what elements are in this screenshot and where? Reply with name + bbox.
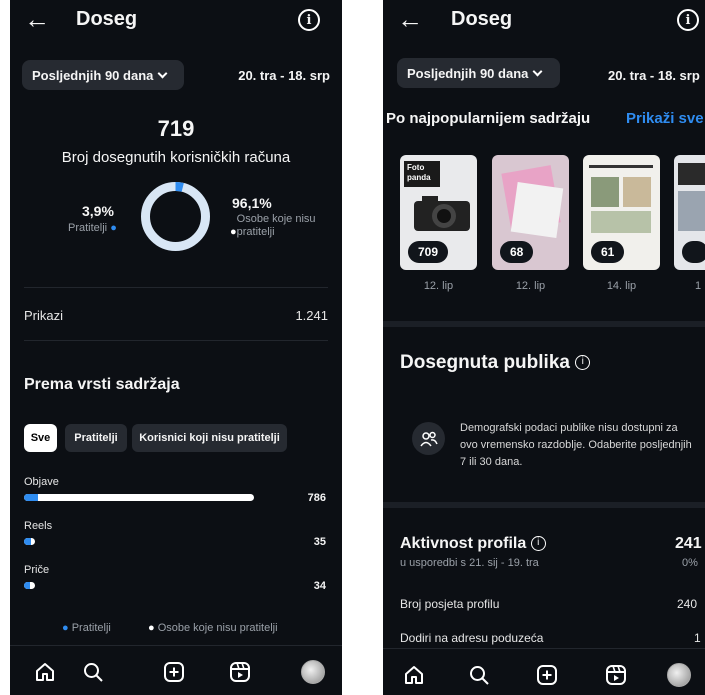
page-title: Doseg [451, 8, 513, 30]
period-label: Posljednjih 90 dana [407, 65, 529, 81]
address-taps-label: Dodiri na adresu poduzeća [400, 631, 544, 645]
reach-donut-chart [141, 182, 210, 251]
address-taps-value: 1 [694, 631, 701, 645]
content-thumbnail-1[interactable]: Foto panda 709 [400, 155, 477, 270]
content-thumbnail-2[interactable]: 68 [492, 155, 569, 270]
filter-nonfollowers-button[interactable]: Korisnici koji nisu pratitelji [132, 424, 287, 452]
posts-followers-fill [24, 494, 38, 501]
chevron-down-icon [532, 66, 543, 76]
nav-divider [10, 645, 342, 646]
filter-all-button[interactable]: Sve [24, 424, 57, 452]
home-icon[interactable] [403, 664, 425, 686]
camera-icon [414, 196, 470, 231]
thumbnail-photo [591, 211, 651, 233]
thumbnail-photo [623, 177, 651, 207]
info-icon[interactable]: i [298, 9, 320, 31]
nav-divider [383, 648, 705, 649]
nonfollowers-pct: 96,1% [232, 195, 272, 211]
thumbnail-card [510, 182, 564, 238]
chevron-down-icon [157, 68, 168, 78]
info-icon[interactable]: i [677, 9, 699, 31]
create-icon[interactable] [536, 664, 558, 686]
impressions-label: Prikazi [24, 308, 64, 323]
thumbnail-logo: Foto panda [404, 161, 440, 187]
section-divider [383, 321, 705, 327]
content-thumbnail-3[interactable]: 61 [583, 155, 660, 270]
people-icon [412, 422, 445, 455]
info-icon[interactable]: i [575, 355, 591, 371]
activity-title: Aktivnost profila i [400, 535, 546, 553]
profile-avatar[interactable] [301, 660, 325, 684]
divider [24, 340, 328, 341]
thumbnail-date: 1 [695, 280, 702, 292]
period-dropdown[interactable]: Posljednjih 90 dana [22, 60, 184, 90]
section-divider [383, 502, 705, 508]
stories-followers-fill [24, 582, 30, 589]
reach-count-badge [682, 241, 705, 263]
profile-visits-value: 240 [677, 597, 698, 611]
back-arrow-icon[interactable]: ← [397, 6, 423, 32]
reels-followers-fill [24, 538, 31, 545]
donut-nonfollowers-arc [141, 182, 210, 251]
date-range: 20. tra - 18. srp [608, 68, 700, 83]
posts-value: 786 [307, 492, 326, 504]
profile-avatar[interactable] [667, 663, 691, 687]
divider [24, 287, 328, 288]
reels-value: 35 [313, 536, 326, 548]
posts-bar [24, 494, 254, 501]
period-dropdown[interactable]: Posljednjih 90 dana [397, 58, 560, 88]
back-arrow-icon[interactable]: ← [24, 6, 50, 32]
impressions-value: 1.241 [295, 308, 328, 323]
show-all-link[interactable]: Prikaži sve [626, 110, 704, 127]
reels-icon[interactable] [229, 661, 251, 683]
row-label-posts: Objave [24, 476, 59, 488]
thumbnail-date: 12. lip [423, 280, 454, 292]
thumbnail-banner [678, 163, 705, 185]
legend-followers: ● Pratitelji [62, 622, 111, 634]
row-label-reels: Reels [24, 520, 53, 532]
nonfollowers-label: ●Osobe koje nisu ●pratitelji [230, 213, 316, 238]
content-thumbnail-4[interactable] [674, 155, 705, 270]
reach-count-badge: 61 [591, 241, 625, 263]
page-title: Doseg [76, 8, 138, 30]
top-content-title: Po najpopularnijem sadržaju [386, 110, 591, 127]
activity-subtitle: u usporedbi s 21. sij - 19. tra [400, 557, 539, 569]
reach-screen-right: ← Doseg i Posljednjih 90 dana 20. tra - … [383, 0, 705, 695]
followers-label: Pratitelji ● [68, 222, 117, 234]
reach-value: 719 [157, 116, 195, 141]
reels-icon[interactable] [605, 664, 627, 686]
filter-followers-button[interactable]: Pratitelji [65, 424, 127, 452]
audience-title: Dosegnuta publika i [400, 352, 591, 374]
period-label: Posljednjih 90 dana [32, 67, 154, 83]
thumbnail-text-line [589, 165, 653, 168]
content-type-title: Prema vrsti sadržaja [24, 376, 180, 393]
reels-bar [24, 538, 35, 545]
reach-count-badge: 68 [500, 241, 534, 263]
reach-count-badge: 709 [408, 241, 449, 263]
audience-message: Demografski podaci publike nisu dostupni… [460, 422, 692, 468]
info-icon[interactable]: i [530, 536, 546, 552]
reach-label: Broj dosegnutih korisničkih računa [61, 149, 291, 166]
create-icon[interactable] [163, 661, 185, 683]
thumbnail-date: 12. lip [515, 280, 546, 292]
activity-total: 241 [675, 535, 702, 552]
followers-pct: 3,9% [82, 203, 114, 219]
date-range: 20. tra - 18. srp [238, 68, 330, 83]
stories-value: 34 [313, 580, 326, 592]
row-label-stories: Priče [24, 564, 50, 576]
thumbnail-photo [678, 191, 705, 231]
search-icon[interactable] [82, 661, 104, 683]
thumbnail-photo [591, 177, 619, 207]
stories-bar [24, 582, 35, 589]
reach-screen-left: ← Doseg i Posljednjih 90 dana 20. tra - … [10, 0, 342, 695]
legend-nonfollowers: ● Osobe koje nisu pratitelji [148, 622, 278, 634]
search-icon[interactable] [468, 664, 490, 686]
home-icon[interactable] [34, 661, 56, 683]
activity-change: 0% [682, 557, 698, 569]
profile-visits-label: Broj posjeta profilu [400, 597, 500, 611]
thumbnail-date: 14. lip [606, 280, 637, 292]
